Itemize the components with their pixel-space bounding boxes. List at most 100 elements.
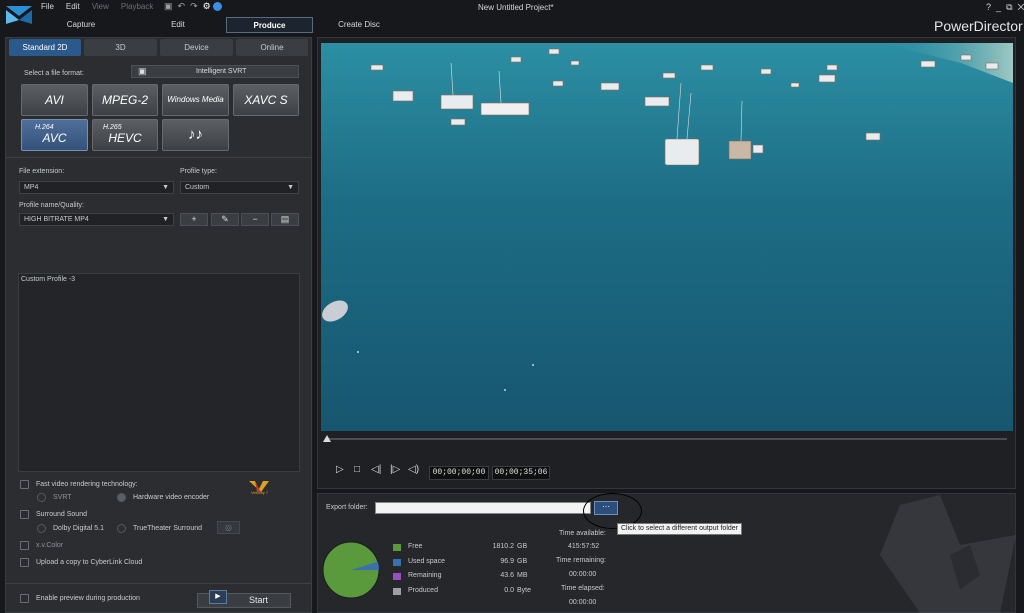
timeline-slider-handle[interactable] [323,435,331,442]
hevc-label: HEVC [108,131,142,145]
upgrade-icon[interactable] [213,2,223,12]
chevron-down-icon: ▼ [287,184,294,191]
chevron-down-icon: ▼ [162,216,169,223]
tab-edit[interactable]: Edit [137,17,219,33]
format-avc[interactable]: H.264 AVC [21,119,88,151]
edit-profile-button[interactable]: ✎ [211,213,239,226]
dolby-radio[interactable] [37,524,46,533]
help-icon[interactable]: ? [986,2,991,12]
surround-checkbox[interactable] [20,510,29,519]
menu-edit[interactable]: Edit [66,2,80,11]
format-windows-media[interactable]: Windows Media [162,84,229,116]
format-xavcs[interactable]: XAVC S [233,84,299,116]
app-name: PowerDirector [934,18,1023,34]
profile-name-label: Profile name/Quality: [19,202,84,209]
timeline-track[interactable] [327,438,1007,440]
export-folder-label: Export folder: [326,504,368,511]
play-icon[interactable]: ▷ [336,464,344,475]
volume-icon[interactable]: ◁) [408,464,419,475]
start-label: Start [249,595,269,605]
truetheater-label: TrueTheater Surround [133,525,202,532]
menu-view[interactable]: View [92,2,109,11]
profile-name-select[interactable]: HIGH BITRATE MP4 ▼ [19,213,174,226]
truetheater-radio[interactable] [117,524,126,533]
disk-row-value: 43.6 [500,572,514,580]
profile-description-box: Custom Profile -3 [18,273,300,472]
surround-settings-button[interactable]: ◎ [217,521,240,534]
tab-device[interactable]: Device [160,39,233,56]
velocity-badge-icon: Velocity 7 [249,481,275,495]
upload-cloud-label: Upload a copy to CyberLink Cloud [36,559,143,566]
format-hevc[interactable]: H.265 HEVC [92,119,158,151]
time-elapsed-value: 00:00:00 [569,599,597,606]
previous-frame-icon[interactable]: ◁| [371,464,381,475]
divider [6,583,311,584]
current-timecode: 00;00;00;00 [429,466,489,480]
settings-icon[interactable]: ⚙ [203,1,211,11]
time-elapsed-label: Time elapsed: [561,585,605,592]
stop-icon[interactable]: □ [354,464,360,475]
avc-label: AVC [42,131,67,145]
export-folder-input[interactable] [375,502,591,514]
xvcolor-label: x.v.Color [36,542,64,549]
legend-swatch [393,573,401,581]
disk-row-value: 0.0 [504,586,514,594]
hardware-encoder-radio[interactable] [117,493,126,502]
format-audio[interactable]: ♪♪ [162,119,229,151]
app-logo [6,6,32,24]
remove-profile-button[interactable]: − [241,213,269,226]
tab-online[interactable]: Online [236,39,308,56]
hardware-encoder-label: Hardware video encoder [133,494,210,501]
svrt-label: Intelligent SVRT [196,68,247,75]
window-title: New Untitled Project* [478,3,554,12]
profile-detail-button[interactable]: ▤ [271,213,299,226]
close-icon[interactable]: ✕ [1018,2,1024,12]
file-extension-label: File extension: [19,168,65,175]
video-preview [321,43,1013,431]
file-extension-value: MP4 [24,184,39,191]
file-format-label: Select a file format: [24,70,84,77]
preview-checkbox[interactable] [20,594,29,603]
chevron-down-icon: ▼ [162,184,169,191]
file-extension-select[interactable]: MP4 ▼ [19,181,174,194]
profile-type-label: Profile type: [180,168,217,175]
restore-icon[interactable]: ⧉ [1006,2,1012,12]
tab-produce[interactable]: Produce [226,17,313,33]
tab-3d[interactable]: 3D [84,39,157,56]
browse-tooltip: Click to select a different output folde… [617,523,742,535]
menu-playback[interactable]: Playback [121,2,153,11]
svrt-button[interactable]: ▣ Intelligent SVRT [131,65,299,78]
redo-icon[interactable]: ↷ [190,1,198,11]
time-available-value: 415:57:52 [568,543,600,550]
upload-cloud-checkbox[interactable] [20,558,29,567]
format-mpeg2[interactable]: MPEG-2 [92,84,158,116]
tab-standard-2d[interactable]: Standard 2D [9,39,81,56]
legend-swatch [393,558,401,566]
profile-type-value: Custom [185,184,210,191]
menu-file[interactable]: File [41,2,54,11]
fast-render-checkbox[interactable] [20,480,29,489]
svrt-radio[interactable] [37,493,46,502]
save-icon[interactable]: ▣ [164,1,173,11]
minimize-icon[interactable]: _ [996,2,1001,12]
xvcolor-checkbox[interactable] [20,541,29,550]
profile-description-text: Custom Profile -3 [21,276,76,283]
add-profile-button[interactable]: + [180,213,208,226]
disk-row-unit: GB [517,557,528,565]
window-controls: ? _ ⧉ ✕ [986,2,1024,13]
profile-type-select[interactable]: Custom ▼ [180,181,299,194]
tab-capture[interactable]: Capture [40,17,122,33]
tab-create-disc[interactable]: Create Disc [318,17,400,33]
disk-row-label: Free [408,543,423,550]
disk-row-value: 1810.2 [492,543,514,550]
disk-row-unit: MB [517,572,528,580]
undo-icon[interactable]: ↶ [178,1,186,11]
next-frame-icon[interactable]: |▷ [390,464,400,475]
start-button[interactable]: ▶ Start [197,590,291,608]
format-avi[interactable]: AVI [21,84,88,116]
quick-toolbar: ▣ ↶ ↷ ⚙ [164,1,223,12]
time-available-label: Time available: [559,530,606,537]
preview-label: Enable preview during production [36,595,140,602]
profile-name-value: HIGH BITRATE MP4 [24,216,89,223]
time-remaining-value: 00:00:00 [569,571,597,578]
